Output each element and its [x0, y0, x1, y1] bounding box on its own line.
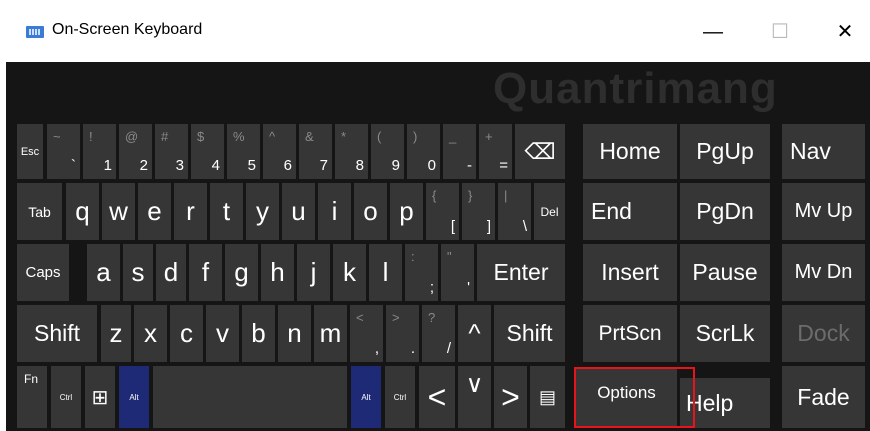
key-alt-left[interactable]: Alt: [119, 366, 149, 428]
key-a[interactable]: a: [87, 244, 120, 301]
key-home[interactable]: Home: [583, 124, 677, 179]
key-8[interactable]: * 8: [335, 124, 368, 179]
key-mv-up[interactable]: Mv Up: [782, 183, 865, 240]
key-c[interactable]: c: [170, 305, 203, 362]
key-z[interactable]: z: [101, 305, 131, 362]
close-button[interactable]: ✕: [822, 12, 868, 52]
key-semicolon[interactable]: :;: [405, 244, 438, 301]
key-tab[interactable]: Tab: [17, 183, 62, 240]
right-arrow-icon: >: [501, 378, 520, 415]
key-backspace[interactable]: ⌫: [515, 124, 565, 179]
key-3[interactable]: #3: [155, 124, 188, 179]
key-help[interactable]: Help: [680, 378, 770, 428]
key-comma[interactable]: <,: [350, 305, 383, 362]
key-scrlk[interactable]: ScrLk: [680, 305, 770, 362]
key-prtscn[interactable]: PrtScn: [583, 305, 677, 362]
key-period[interactable]: >.: [386, 305, 419, 362]
down-arrow-icon: ∨: [465, 371, 484, 398]
key-0[interactable]: ) 0: [407, 124, 440, 179]
key-shift-left[interactable]: Shift: [17, 305, 97, 362]
key-d[interactable]: d: [156, 244, 186, 301]
key-p[interactable]: p: [390, 183, 423, 240]
maximize-button[interactable]: ☐: [757, 12, 803, 52]
key-enter[interactable]: Enter: [477, 244, 565, 301]
watermark-logo: Quantrimang: [493, 64, 778, 113]
key-9[interactable]: (9: [371, 124, 404, 179]
key-minus[interactable]: _ -: [443, 124, 476, 179]
key-w[interactable]: w: [102, 183, 135, 240]
key-ctrl-right[interactable]: Ctrl: [385, 366, 415, 428]
key-down-arrow[interactable]: ∨: [458, 366, 491, 428]
key-menu[interactable]: ▤: [530, 366, 565, 428]
windows-icon: ⊞: [91, 386, 109, 409]
key-right-arrow[interactable]: >: [494, 366, 527, 428]
key-h[interactable]: h: [261, 244, 294, 301]
key-slash[interactable]: ? /: [422, 305, 455, 362]
left-arrow-icon: <: [427, 378, 447, 415]
key-s[interactable]: s: [123, 244, 153, 301]
key-1[interactable]: ! 1: [83, 124, 116, 179]
key-left-bracket[interactable]: {[: [426, 183, 459, 240]
key-u[interactable]: u: [282, 183, 315, 240]
key-options[interactable]: Options: [576, 369, 677, 428]
key-q[interactable]: q: [66, 183, 99, 240]
key-7[interactable]: & 7: [299, 124, 332, 179]
key-5[interactable]: % 5: [227, 124, 260, 179]
key-6[interactable]: ^ 6: [263, 124, 296, 179]
window-title: On-Screen Keyboard: [52, 21, 203, 38]
minimize-button[interactable]: —: [690, 12, 736, 52]
key-mv-dn[interactable]: Mv Dn: [782, 244, 865, 301]
key-4[interactable]: $4: [191, 124, 224, 179]
key-insert[interactable]: Insert: [583, 244, 677, 301]
key-backslash[interactable]: | \: [498, 183, 531, 240]
backspace-icon: ⌫: [524, 138, 556, 164]
key-caps[interactable]: Caps: [17, 244, 69, 301]
key-fn[interactable]: Fn: [17, 366, 47, 428]
key-dock: Dock: [782, 305, 865, 362]
key-2[interactable]: @2: [119, 124, 152, 179]
key-o[interactable]: o: [354, 183, 387, 240]
key-i[interactable]: i: [318, 183, 351, 240]
keyboard-icon: [26, 26, 44, 38]
key-g[interactable]: g: [225, 244, 258, 301]
menu-icon: ▤: [538, 386, 556, 407]
title-bar[interactable]: On-Screen Keyboard — ☐ ✕: [0, 0, 870, 62]
key-esc[interactable]: Esc: [17, 124, 43, 179]
key-fade[interactable]: Fade: [782, 366, 865, 428]
key-e[interactable]: e: [138, 183, 171, 240]
key-right-bracket[interactable]: }]: [462, 183, 495, 240]
on-screen-keyboard-window: On-Screen Keyboard — ☐ ✕ Quantrimang Esc…: [0, 0, 870, 431]
key-f[interactable]: f: [189, 244, 222, 301]
key-pgup[interactable]: PgUp: [680, 124, 770, 179]
key-left-arrow[interactable]: <: [419, 366, 455, 428]
key-n[interactable]: n: [278, 305, 311, 362]
key-end[interactable]: End: [583, 183, 677, 240]
key-space[interactable]: [153, 366, 347, 428]
key-b[interactable]: b: [242, 305, 275, 362]
key-v[interactable]: v: [206, 305, 239, 362]
key-x[interactable]: x: [134, 305, 167, 362]
key-ctrl-left[interactable]: Ctrl: [51, 366, 81, 428]
key-j[interactable]: j: [297, 244, 330, 301]
key-alt-right[interactable]: Alt: [351, 366, 381, 428]
key-equal[interactable]: + =: [479, 124, 512, 179]
key-y[interactable]: y: [246, 183, 279, 240]
key-m[interactable]: m: [314, 305, 347, 362]
key-tilde[interactable]: ~ `: [47, 124, 80, 179]
key-up-arrow[interactable]: ^: [458, 305, 491, 362]
key-shift-right[interactable]: Shift: [494, 305, 565, 362]
key-nav[interactable]: Nav: [782, 124, 865, 179]
up-arrow-icon: ^: [468, 318, 481, 348]
key-del[interactable]: Del: [534, 183, 565, 240]
key-l[interactable]: l: [369, 244, 402, 301]
key-k[interactable]: k: [333, 244, 366, 301]
key-windows[interactable]: ⊞: [85, 366, 115, 428]
key-quote[interactable]: " ': [441, 244, 474, 301]
key-t[interactable]: t: [210, 183, 243, 240]
key-pause[interactable]: Pause: [680, 244, 770, 301]
key-pgdn[interactable]: PgDn: [680, 183, 770, 240]
key-r[interactable]: r: [174, 183, 207, 240]
